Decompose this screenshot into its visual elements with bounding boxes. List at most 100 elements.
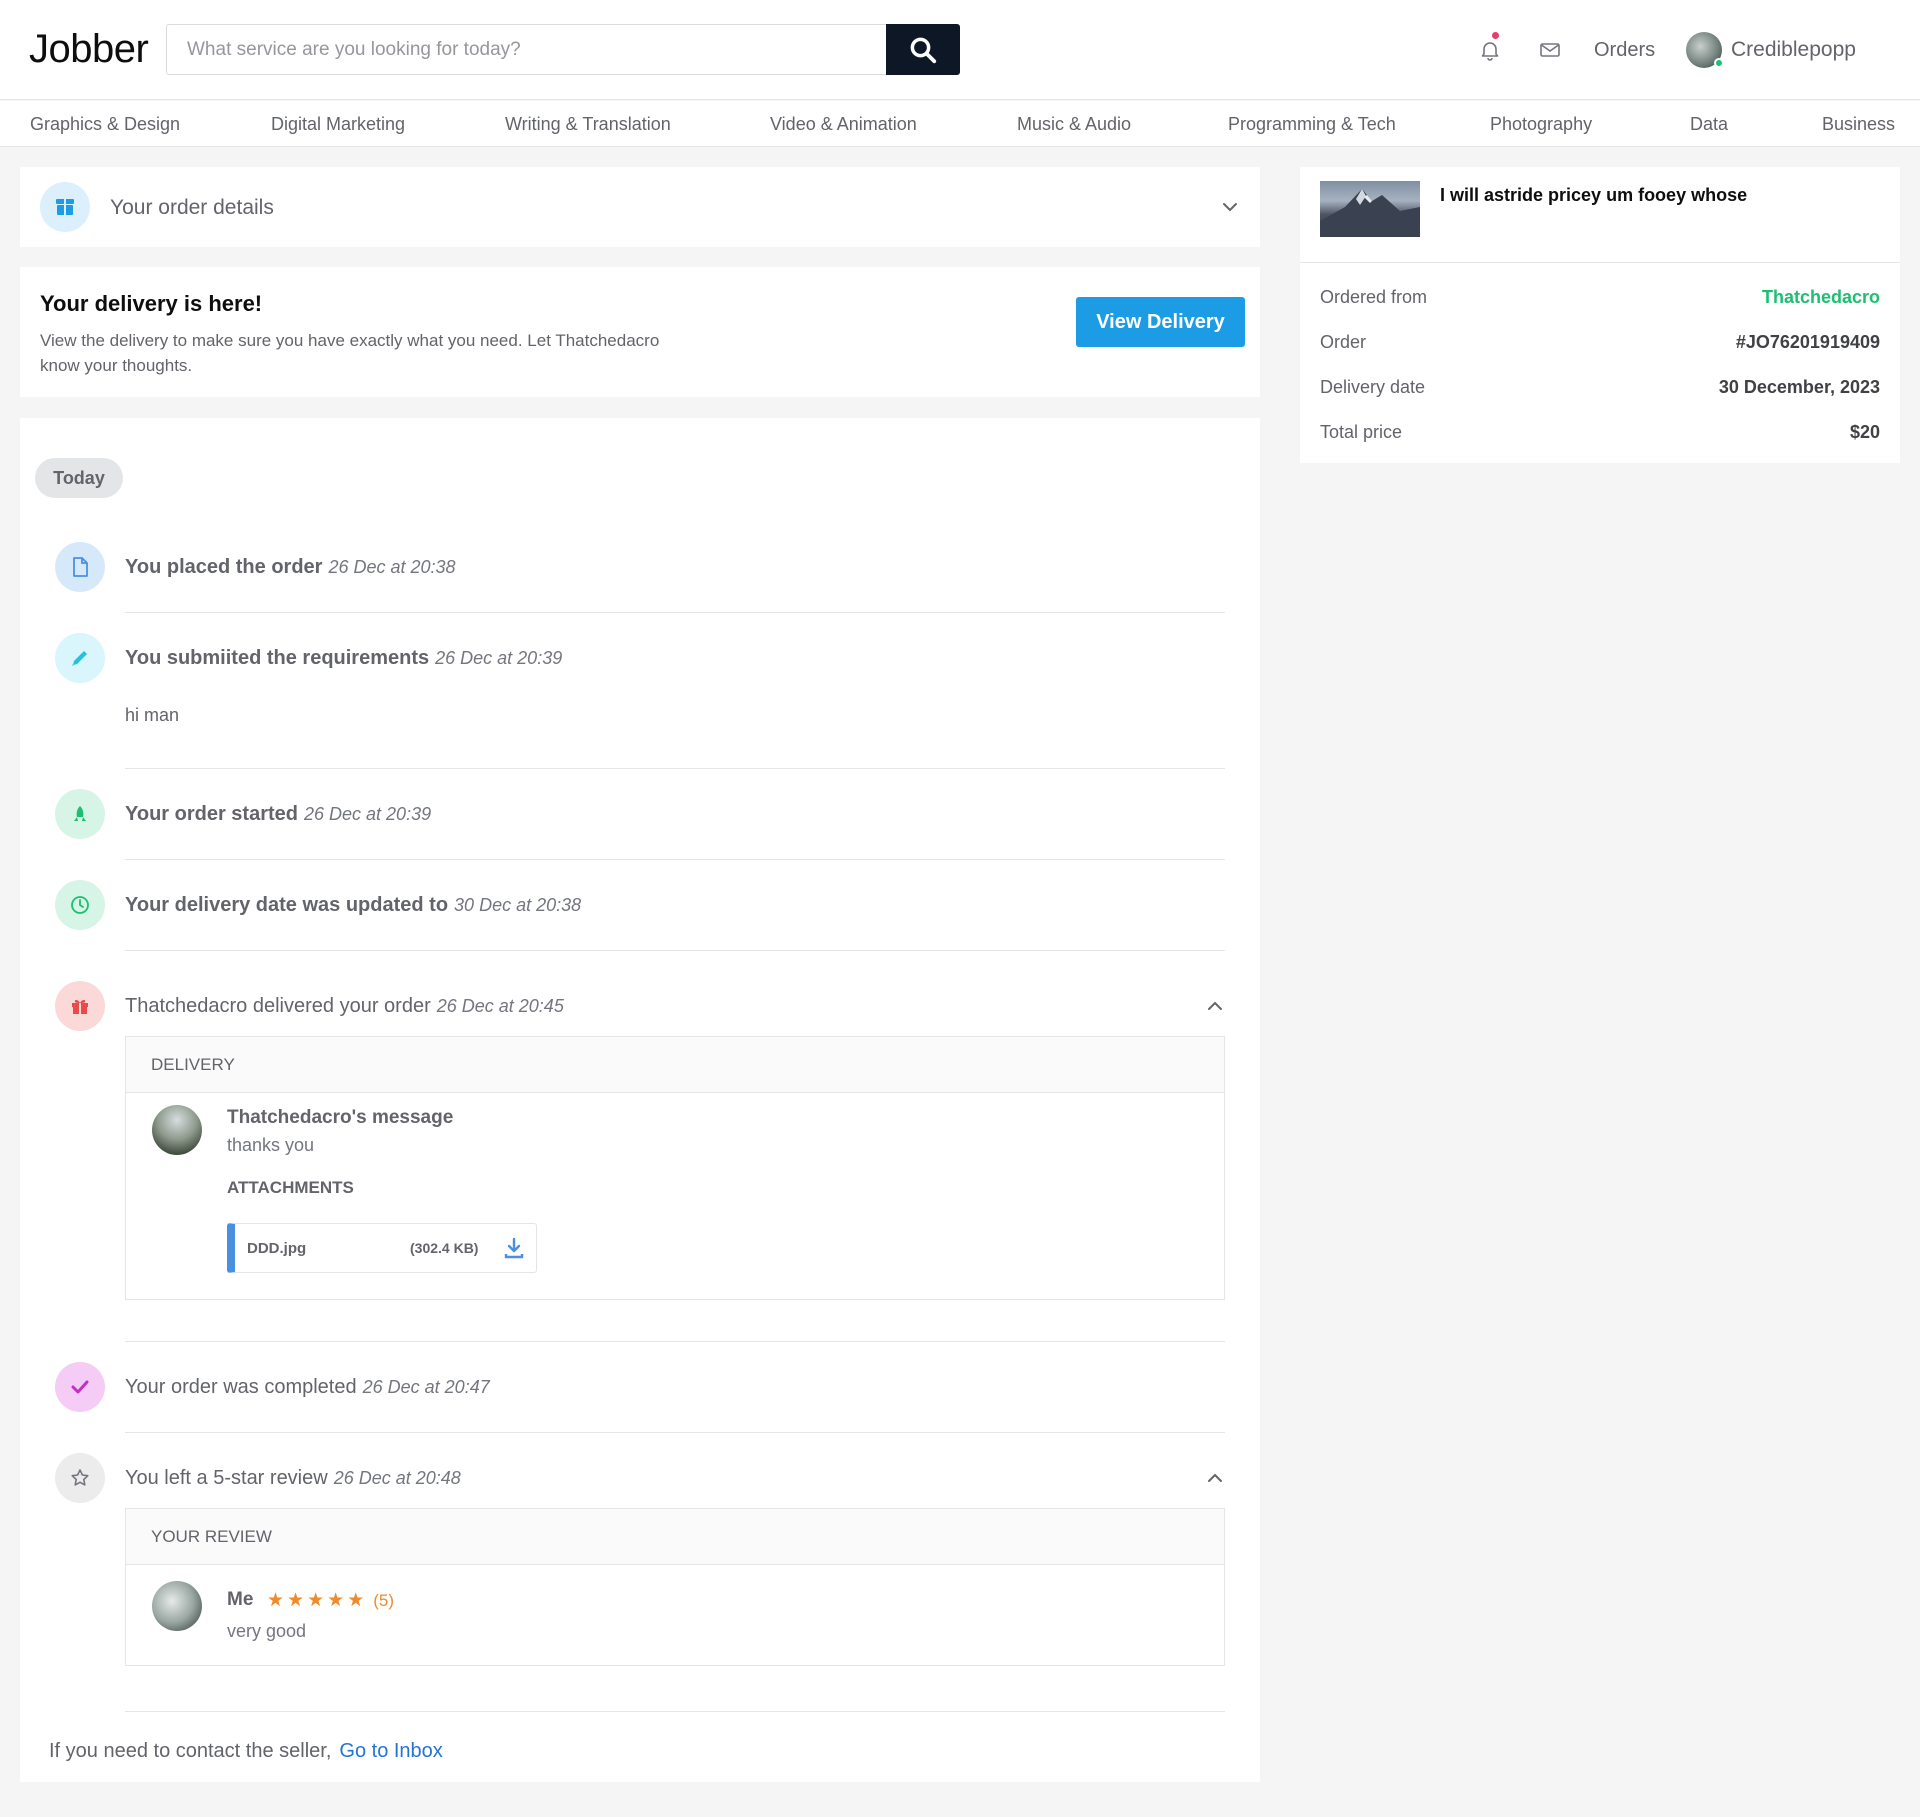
delivery-heading: DELIVERY [126, 1037, 1224, 1093]
chevron-down-icon [1223, 203, 1237, 212]
event-order-delivered: Thatchedacro delivered your order 26 Dec … [125, 995, 564, 1018]
orders-link[interactable]: Orders [1594, 39, 1655, 62]
seller-message-title: Thatchedacro's message [227, 1107, 454, 1128]
category-photography[interactable]: Photography [1490, 114, 1592, 135]
event-label: Your delivery date was updated to [125, 894, 449, 916]
order-timeline: Today You placed the order 26 Dec at 20:3… [20, 418, 1260, 1782]
divider [125, 1432, 1225, 1433]
order-number-label: Order [1320, 332, 1367, 352]
search-icon [910, 37, 937, 63]
event-label: Your order was completed [125, 1376, 357, 1398]
filled-star-icon: ★ [287, 1590, 305, 1611]
event-label: Thatchedacro delivered your order [125, 995, 431, 1017]
divider [125, 1341, 1225, 1342]
filled-star-icon: ★ [307, 1590, 325, 1611]
total-price-label: Total price [1320, 422, 1403, 442]
chevron-up-icon[interactable] [1205, 996, 1225, 1016]
category-business[interactable]: Business [1822, 114, 1895, 135]
event-delivery-date-updated: Your delivery date was updated to 30 Dec … [125, 894, 581, 917]
filled-star-icon: ★ [347, 1590, 365, 1611]
clock-icon [55, 880, 105, 930]
today-label: Today [35, 458, 123, 498]
category-graphics-design[interactable]: Graphics & Design [30, 114, 180, 135]
review-text: very good [227, 1621, 307, 1641]
review-panel: YOUR REVIEW Me ★ ★ ★ ★ ★ (5) very good [125, 1508, 1225, 1666]
download-icon[interactable] [503, 1236, 525, 1260]
category-data[interactable]: Data [1690, 114, 1728, 135]
search-button[interactable] [886, 24, 960, 75]
user-avatar[interactable] [1686, 32, 1724, 68]
event-label: Your order started [125, 803, 298, 825]
ordered-from-label: Ordered from [1320, 287, 1428, 307]
reviewer-name: Me [227, 1589, 254, 1610]
attachment-file[interactable]: DDD.jpg (302.4 KB) [227, 1223, 537, 1273]
order-details-title: Your order details [110, 196, 274, 219]
logo[interactable]: Jobber [29, 27, 149, 72]
search-bar [166, 24, 960, 75]
chevron-up-icon[interactable] [1205, 1468, 1225, 1488]
category-music-audio[interactable]: Music & Audio [1017, 114, 1131, 135]
event-time: 26 Dec at 20:39 [304, 804, 432, 824]
reviewer-avatar [152, 1581, 202, 1631]
event-requirements-submitted: You submiited the requirements 26 Dec at … [125, 647, 562, 670]
search-input[interactable] [167, 25, 887, 74]
file-name: DDD.jpg [247, 1240, 307, 1257]
event-label: You placed the order [125, 556, 323, 578]
check-icon [55, 1362, 105, 1412]
delivery-date-value: 30 December, 2023 [1718, 377, 1880, 397]
go-to-inbox-link[interactable]: Go to Inbox [339, 1740, 442, 1762]
requirements-message: hi man [125, 705, 180, 725]
online-status-dot [1714, 58, 1724, 68]
pencil-icon [55, 633, 105, 683]
delivery-banner-title: Your delivery is here! [40, 291, 263, 316]
notifications-button[interactable] [1478, 32, 1502, 62]
gig-title[interactable]: I will astride pricey um fooey whose [1440, 185, 1747, 206]
seller-name-link[interactable]: Thatchedacro [1762, 287, 1880, 308]
category-nav: Graphics & Design Digital Marketing Writ… [0, 101, 1920, 147]
package-icon [40, 182, 90, 232]
file-size: (302.4 KB) [410, 1240, 479, 1256]
star-icon [55, 1453, 105, 1503]
divider [125, 1711, 1225, 1712]
event-label: You left a 5-star review [125, 1467, 328, 1489]
rating-stars: ★ ★ ★ ★ ★ (5) [267, 1589, 394, 1612]
category-programming-tech[interactable]: Programming & Tech [1228, 114, 1396, 135]
event-time: 26 Dec at 20:39 [435, 648, 563, 668]
divider [125, 768, 1225, 769]
delivery-date-label: Delivery date [1320, 377, 1426, 397]
event-label: You submiited the requirements [125, 647, 430, 669]
messages-button[interactable] [1538, 38, 1562, 62]
event-time: 26 Dec at 20:48 [333, 1468, 461, 1488]
delivery-panel: DELIVERY Thatchedacro's message thanks y… [125, 1036, 1225, 1300]
order-summary-card: I will astride pricey um fooey whose Ord… [1300, 167, 1900, 463]
top-header: Jobber Orders Crediblepopp [0, 0, 1920, 100]
event-order-started: Your order started 26 Dec at 20:39 [125, 803, 431, 826]
divider [125, 612, 1225, 613]
event-review-left: You left a 5-star review 26 Dec at 20:48 [125, 1467, 461, 1490]
filled-star-icon: ★ [327, 1590, 345, 1611]
view-delivery-button[interactable]: View Delivery [1076, 297, 1245, 347]
total-price-value: $20 [1849, 422, 1880, 442]
gig-thumbnail[interactable] [1320, 181, 1420, 237]
contact-seller-row: If you need to contact the seller, Go to … [49, 1740, 443, 1763]
event-order-completed: Your order was completed 26 Dec at 20:47 [125, 1376, 490, 1399]
mail-icon [1540, 43, 1560, 57]
contact-text: If you need to contact the seller, [49, 1740, 332, 1762]
divider [125, 859, 1225, 860]
seller-avatar [152, 1105, 202, 1155]
filled-star-icon: ★ [267, 1590, 285, 1611]
attachments-label: ATTACHMENTS [227, 1178, 354, 1197]
order-number-value: #JO76201919409 [1735, 332, 1880, 352]
gift-icon [55, 981, 105, 1031]
event-time: 26 Dec at 20:38 [328, 557, 456, 577]
event-time: 26 Dec at 20:45 [436, 996, 564, 1016]
bell-icon [1481, 42, 1499, 61]
order-details-toggle[interactable]: Your order details [20, 167, 1260, 247]
username[interactable]: Crediblepopp [1731, 38, 1856, 62]
category-video-animation[interactable]: Video & Animation [770, 114, 917, 135]
divider [1300, 262, 1900, 263]
notification-dot [1492, 32, 1499, 39]
event-time: 26 Dec at 20:47 [362, 1377, 490, 1397]
category-writing-translation[interactable]: Writing & Translation [505, 114, 671, 135]
category-digital-marketing[interactable]: Digital Marketing [271, 114, 405, 135]
